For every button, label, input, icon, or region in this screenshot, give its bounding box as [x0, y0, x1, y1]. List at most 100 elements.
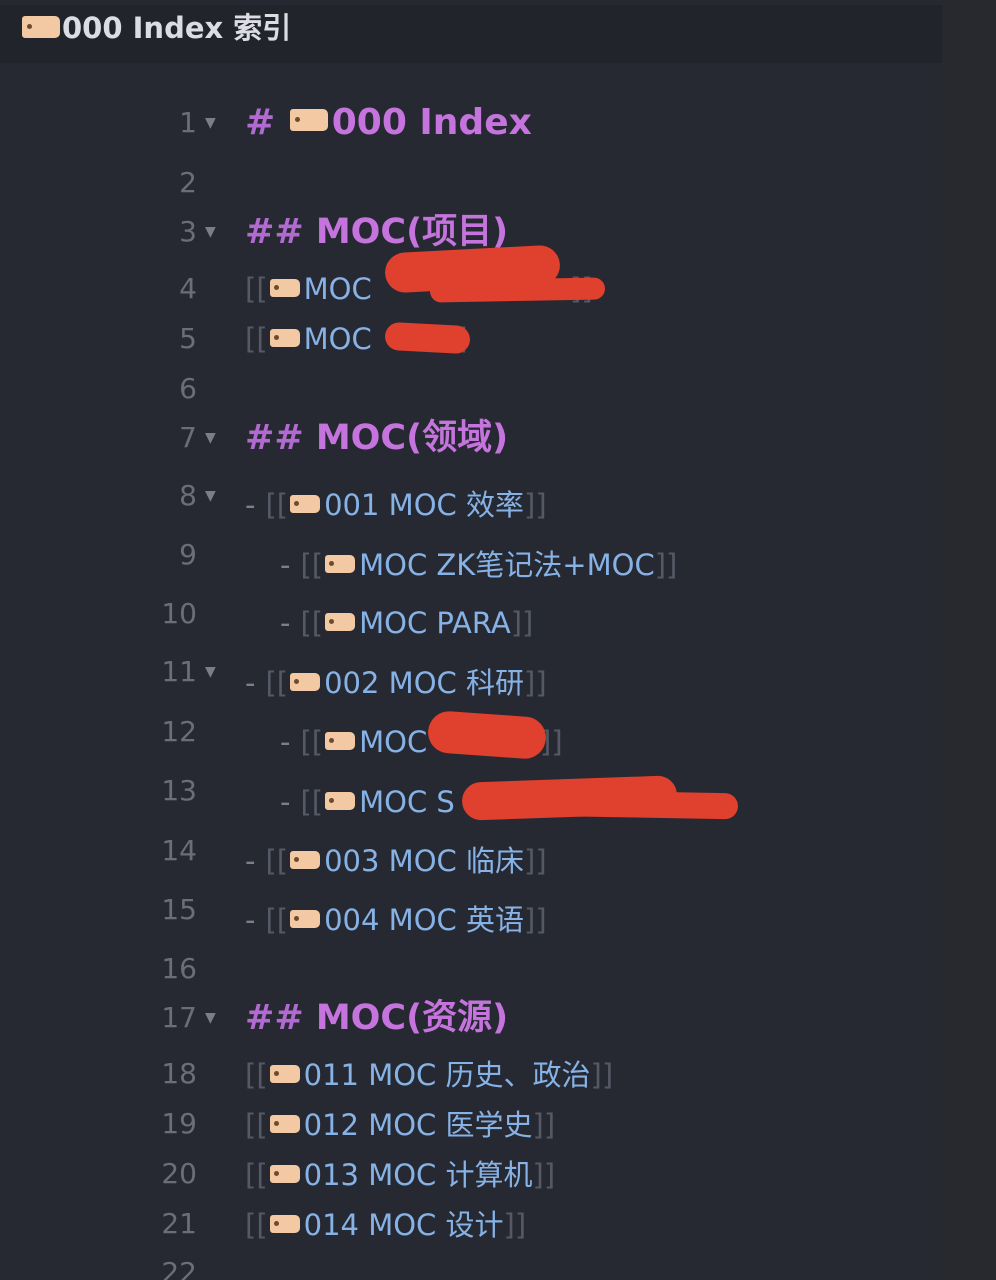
list-bullet: -: [280, 785, 291, 819]
redaction-mark: [429, 277, 606, 303]
internal-link[interactable]: [[011 MOC 历史、政治]]: [245, 1056, 613, 1094]
link-bracket-open: [[: [245, 1058, 268, 1092]
tag-icon: [269, 329, 300, 347]
line-number: 19: [161, 1107, 197, 1140]
link-text: 004 MOC 英语: [324, 903, 524, 937]
link-bracket-close: ]]: [524, 488, 547, 522]
heading-2-projects[interactable]: ## MOC(项目): [245, 210, 508, 254]
link-text: 014 MOC 设计: [303, 1208, 504, 1242]
right-sidebar: [942, 0, 996, 1280]
internal-link[interactable]: [[013 MOC 计算机]]: [245, 1156, 555, 1194]
internal-link[interactable]: [[ 014 MOC 设计]]: [245, 1206, 526, 1244]
fold-arrow-icon[interactable]: ▼: [205, 105, 216, 141]
line-number: 20: [161, 1157, 197, 1190]
fold-arrow-icon[interactable]: ▼: [205, 420, 216, 456]
link-bracket-close: ]]: [510, 606, 534, 640]
list-item[interactable]: -[[003 MOC 临床]]: [245, 842, 547, 880]
list-item[interactable]: -[[MOC ZK笔记法+MOC]]: [280, 546, 677, 584]
list-item[interactable]: -[[ 004 MOC 英语]]: [245, 901, 547, 939]
redaction-mark: [384, 321, 471, 355]
tag-icon: [290, 495, 321, 513]
tag-icon: [325, 732, 356, 750]
tag-icon: [325, 792, 356, 810]
line-number: 8: [179, 479, 197, 512]
note-title-bar: 000 Index 索引: [0, 5, 942, 63]
link-bracket-open: [[: [245, 1158, 268, 1192]
line-number: 10: [161, 597, 197, 630]
list-bullet: -: [245, 666, 256, 700]
heading-text: MOC(领域): [315, 418, 509, 458]
link-text: MOC: [303, 322, 372, 356]
link-bracket-close: ]]: [532, 1158, 556, 1192]
note-title[interactable]: 000 Index 索引: [62, 9, 291, 47]
redaction-mark: [426, 709, 548, 761]
tag-icon: [269, 1165, 300, 1183]
list-bullet: -: [280, 548, 291, 582]
list-bullet: -: [245, 903, 256, 937]
list-item[interactable]: -[[MOC: [280, 723, 427, 761]
line-number: 1: [179, 106, 197, 139]
list-bullet: -: [245, 488, 256, 522]
line-number: 6: [179, 372, 197, 405]
link-bracket-open: [[: [265, 903, 289, 937]
tag-icon: [269, 1065, 300, 1083]
tag-icon: [290, 910, 321, 928]
obsidian-window: 000 Index 索引 1 ▼ # 000 Index 2 3 ▼ ## MO…: [0, 0, 996, 1280]
link-bracket-open: [[: [245, 1108, 268, 1142]
line-number: 12: [161, 715, 197, 748]
line-number: 9: [179, 538, 197, 571]
line-number: 3: [179, 215, 197, 248]
editor-pane[interactable]: 000 Index 索引 1 ▼ # 000 Index 2 3 ▼ ## MO…: [0, 0, 942, 1280]
link-bracket-open: [[: [300, 725, 324, 759]
link-text: MOC PARA: [359, 606, 511, 640]
line-number: 2: [179, 166, 197, 199]
heading-2-resources[interactable]: ## MOC(资源): [245, 996, 508, 1040]
link-bracket-open: [[: [245, 272, 268, 306]
link-bracket-open: [[: [245, 322, 268, 356]
list-item[interactable]: -[[MOC PARA]]: [280, 604, 533, 642]
line-number: 11: [161, 655, 197, 688]
link-text: MOC: [303, 272, 372, 306]
line-number: 17: [161, 1001, 197, 1034]
internal-link[interactable]: [[ MOC: [245, 320, 372, 358]
link-text: 003 MOC 临床: [324, 844, 524, 878]
link-bracket-close: ]]: [524, 903, 547, 937]
heading-2-domains[interactable]: ## MOC(领域): [245, 416, 508, 460]
heading-marker: #: [245, 102, 276, 143]
list-item[interactable]: -[[001 MOC 效率]]: [245, 486, 547, 524]
link-bracket-open: [[: [265, 666, 289, 700]
link-bracket-open: [[: [300, 548, 324, 582]
link-text: MOC: [359, 725, 428, 759]
tag-icon: [269, 1115, 300, 1133]
fold-arrow-icon[interactable]: ▼: [205, 1000, 216, 1036]
line-number: 14: [161, 834, 197, 867]
tag-icon: [269, 1215, 300, 1233]
list-item[interactable]: -[[MOC S: [280, 783, 455, 821]
link-bracket-close: ]]: [524, 844, 547, 878]
internal-link[interactable]: [[ MOC: [245, 270, 372, 308]
line-number: 7: [179, 421, 197, 454]
link-bracket-open: [[: [265, 488, 289, 522]
heading-1[interactable]: # 000 Index: [245, 101, 532, 145]
link-bracket-open: [[: [245, 1208, 268, 1242]
tag-icon: [289, 109, 328, 131]
internal-link[interactable]: [[012 MOC 医学史]]: [245, 1106, 555, 1144]
link-text: MOC ZK笔记法+MOC: [359, 548, 655, 582]
redaction-mark: [469, 788, 739, 820]
tag-icon: [290, 851, 321, 869]
tag-icon: [325, 613, 356, 631]
link-bracket-close: ]]: [503, 1208, 527, 1242]
fold-arrow-icon[interactable]: ▼: [205, 654, 216, 690]
line-number: 22: [161, 1256, 197, 1280]
line-number: 16: [161, 952, 197, 985]
list-item[interactable]: -[[002 MOC 科研]]: [245, 664, 547, 702]
fold-arrow-icon[interactable]: ▼: [205, 478, 216, 514]
heading-marker: ##: [245, 212, 304, 252]
fold-arrow-icon[interactable]: ▼: [205, 214, 216, 250]
line-number: 18: [161, 1057, 197, 1090]
tag-icon: [325, 555, 356, 573]
line-number: 5: [179, 322, 197, 355]
link-bracket-open: [[: [300, 606, 324, 640]
link-bracket-close: ]]: [590, 1058, 614, 1092]
link-bracket-close: ]]: [532, 1108, 556, 1142]
